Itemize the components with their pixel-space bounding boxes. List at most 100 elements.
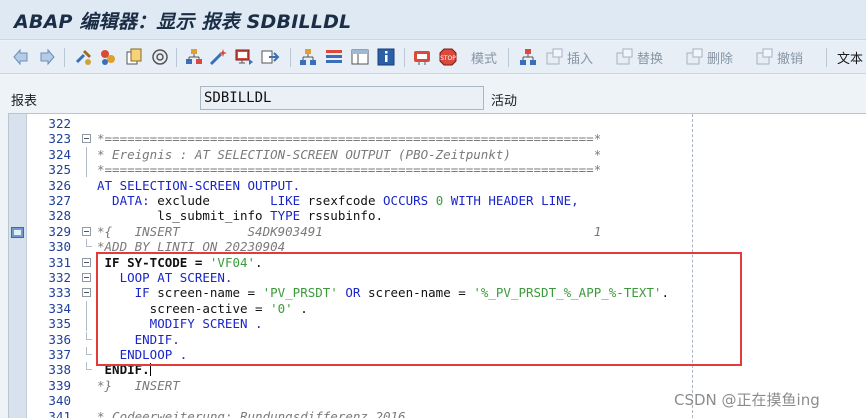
enter-button[interactable] bbox=[260, 46, 280, 68]
line-number: 332 bbox=[48, 270, 71, 285]
line-number: 341 bbox=[48, 408, 71, 418]
code-line[interactable]: 329 *{ INSERT S4DK903491 1 bbox=[27, 224, 857, 239]
line-number: 322 bbox=[48, 116, 71, 131]
fold-toggle-icon[interactable] bbox=[82, 226, 91, 236]
line-number: 327 bbox=[48, 193, 71, 208]
fold-guide bbox=[86, 300, 87, 316]
window-titlebar: ABAP 编辑器：显示 报表 SDBILLDL bbox=[0, 0, 866, 40]
info-icon bbox=[376, 47, 396, 67]
delete-label: 删除 bbox=[707, 51, 734, 67]
code-text: * Ereignis : AT SELECTION-SCREEN OUTPUT … bbox=[97, 147, 601, 162]
replace-label: 替换 bbox=[637, 51, 664, 67]
svg-text:STOP: STOP bbox=[440, 55, 456, 62]
pattern-icon bbox=[412, 47, 432, 67]
program-header: 报表 SDBILLDL 活动 bbox=[0, 85, 866, 113]
screen-icon bbox=[234, 47, 254, 67]
panel-icon bbox=[350, 47, 370, 67]
back-arrow-icon bbox=[12, 47, 32, 67]
insert-button[interactable]: 插入 bbox=[544, 46, 593, 68]
code-text: *} INSERT bbox=[97, 378, 180, 393]
code-line[interactable]: 341 * Codeerweiterung: Rundungsdifferenz … bbox=[27, 409, 857, 418]
code-text: * Codeerweiterung: Rundungsdifferenz 201… bbox=[97, 409, 406, 418]
tools-icon bbox=[74, 47, 94, 67]
tree-icon bbox=[518, 47, 538, 67]
line-number: 323 bbox=[48, 131, 71, 147]
code-text: DATA: exclude LIKE rsexfcode OCCURS 0 WI… bbox=[97, 193, 579, 208]
replace-icon bbox=[614, 47, 634, 67]
fold-toggle-icon[interactable] bbox=[82, 288, 91, 298]
forward-arrow-icon bbox=[36, 47, 56, 67]
bookmark-icon[interactable] bbox=[11, 227, 24, 238]
editor-gutter bbox=[9, 114, 27, 418]
fold-toggle-icon[interactable] bbox=[82, 273, 91, 282]
undo-button[interactable]: 撤销 bbox=[754, 46, 803, 68]
code-line[interactable]: 322 bbox=[27, 116, 857, 131]
pattern-stamp-button[interactable] bbox=[412, 46, 432, 68]
toolbar-separator bbox=[404, 48, 405, 67]
fold-toggle-icon[interactable] bbox=[82, 134, 91, 144]
code-line[interactable]: 326 AT SELECTION-SCREEN OUTPUT. bbox=[27, 178, 857, 193]
fold-guide-end bbox=[86, 331, 92, 340]
code-line[interactable]: 328 ls_submit_info TYPE rssubinfo. bbox=[27, 208, 857, 223]
highlight-box bbox=[96, 252, 742, 366]
back-button[interactable] bbox=[12, 46, 32, 68]
insert-tool-button[interactable] bbox=[518, 46, 538, 68]
magic-wand-button[interactable] bbox=[208, 46, 228, 68]
fold-guide bbox=[86, 316, 87, 332]
text-button[interactable]: 文本 bbox=[834, 46, 863, 68]
insert-icon bbox=[544, 47, 564, 67]
code-token: * Codeerweiterung: Rundungsdifferenz 201… bbox=[97, 408, 406, 418]
insert-label: 插入 bbox=[567, 51, 594, 67]
tree-icon bbox=[298, 47, 318, 67]
line-number: 338 bbox=[48, 362, 71, 378]
toolbar-separator bbox=[176, 48, 177, 67]
replace-button[interactable]: 替换 bbox=[614, 46, 663, 68]
code-token: TYPE bbox=[270, 208, 308, 224]
line-number: 326 bbox=[48, 177, 71, 193]
copy-icon bbox=[124, 47, 144, 67]
magic-wand-icon bbox=[208, 47, 228, 67]
delete-button[interactable]: 删除 bbox=[684, 46, 733, 68]
list-button[interactable] bbox=[324, 46, 344, 68]
enter-icon bbox=[260, 47, 280, 67]
info-button[interactable] bbox=[376, 46, 396, 68]
toolbar-separator bbox=[64, 48, 65, 67]
forward-button[interactable] bbox=[36, 46, 56, 68]
navigate-button[interactable] bbox=[150, 46, 170, 68]
toolbar-separator bbox=[290, 48, 291, 67]
tree-button[interactable] bbox=[298, 46, 318, 68]
fold-guide-end bbox=[86, 347, 92, 355]
watermark: CSDN @正在摸鱼ing bbox=[674, 391, 820, 409]
code-line[interactable]: 327 DATA: exclude LIKE rsexfcode OCCURS … bbox=[27, 193, 857, 208]
toolbar-separator bbox=[826, 48, 827, 67]
toolbar-separator bbox=[508, 48, 509, 67]
code-token: AT SELECTION-SCREEN OUTPUT. bbox=[97, 177, 301, 193]
list-icon bbox=[324, 47, 344, 67]
program-status: 活动 bbox=[491, 94, 518, 109]
code-line[interactable]: 324 * Ereignis : AT SELECTION-SCREEN OUTP… bbox=[27, 146, 857, 162]
code-line[interactable]: 325 *====================================… bbox=[27, 162, 857, 178]
code-token: * Ereignis : AT SELECTION-SCREEN OUTPUT … bbox=[97, 146, 602, 162]
application-toolbar: STOP 模式 插入 替换 删除 撤销 文本 bbox=[0, 41, 866, 74]
undo-icon bbox=[754, 47, 774, 67]
fold-toggle-icon[interactable] bbox=[82, 257, 91, 267]
object-list-button[interactable] bbox=[98, 46, 118, 68]
stop-button[interactable]: STOP bbox=[438, 46, 458, 68]
code-line[interactable]: 323 *====================================… bbox=[27, 131, 857, 146]
fold-guide bbox=[86, 146, 87, 162]
screen-button[interactable] bbox=[234, 46, 254, 68]
code-token: exclude bbox=[157, 193, 271, 208]
pattern-button[interactable]: 模式 bbox=[468, 46, 497, 68]
line-number: 329 bbox=[48, 223, 71, 239]
code-text: ls_submit_info TYPE rssubinfo. bbox=[97, 208, 383, 223]
tools-button[interactable] bbox=[74, 46, 94, 68]
program-name-field[interactable]: SDBILLDL bbox=[200, 86, 484, 110]
line-number: 340 bbox=[48, 393, 71, 409]
fold-guide bbox=[86, 162, 87, 178]
copy-button[interactable] bbox=[124, 46, 144, 68]
undo-label: 撤销 bbox=[777, 51, 804, 67]
panel-button[interactable] bbox=[350, 46, 370, 68]
hierarchy-button[interactable] bbox=[184, 46, 204, 68]
code-token: WITH HEADER LINE, bbox=[450, 193, 579, 208]
program-type-label: 报表 bbox=[11, 94, 38, 109]
